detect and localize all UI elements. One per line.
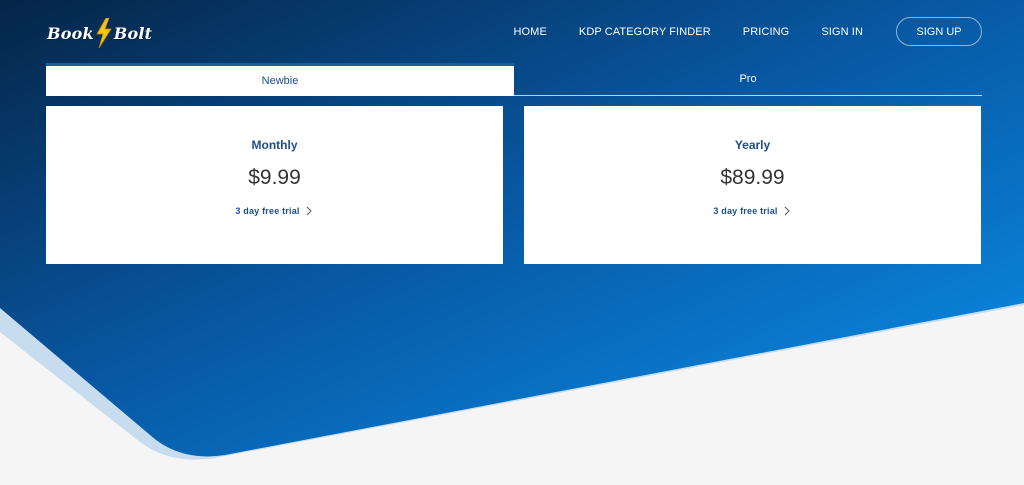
brand-logo[interactable]: Book Bolt — [47, 16, 152, 50]
brand-name-part1: Book — [47, 23, 94, 43]
brand-name-part2: Bolt — [113, 23, 153, 43]
top-nav: HOME KDP CATEGORY FINDER PRICING SIGN IN… — [481, 17, 982, 46]
nav-sign-in-link[interactable]: SIGN IN — [821, 26, 863, 38]
page: Book Bolt HOME KDP CATEGORY FINDER PRICI… — [0, 0, 1024, 485]
lightning-bolt-icon — [96, 18, 112, 48]
chevron-right-icon — [784, 206, 790, 216]
tab-pro[interactable]: Pro — [514, 63, 982, 96]
pricing-card-yearly: Yearly $89.99 3 day free trial — [524, 106, 981, 264]
nav-category-finder-link[interactable]: KDP CATEGORY FINDER — [579, 26, 711, 38]
plan-price: $89.99 — [720, 166, 785, 189]
sign-up-button[interactable]: SIGN UP — [896, 17, 982, 46]
nav-pricing-link[interactable]: PRICING — [743, 26, 790, 38]
plan-tier-tabs: Newbie Pro — [46, 63, 982, 96]
nav-home-link[interactable]: HOME — [513, 26, 546, 38]
free-trial-label: 3 day free trial — [713, 206, 778, 216]
plan-price: $9.99 — [248, 166, 301, 189]
chevron-right-icon — [306, 206, 312, 216]
plan-name: Monthly — [251, 138, 298, 152]
plan-name: Yearly — [734, 138, 771, 152]
free-trial-link[interactable]: 3 day free trial — [235, 206, 313, 216]
free-trial-label: 3 day free trial — [235, 206, 300, 216]
pricing-card-monthly: Monthly $9.99 3 day free trial — [46, 106, 503, 264]
free-trial-link[interactable]: 3 day free trial — [713, 206, 791, 216]
tab-newbie[interactable]: Newbie — [46, 63, 514, 96]
